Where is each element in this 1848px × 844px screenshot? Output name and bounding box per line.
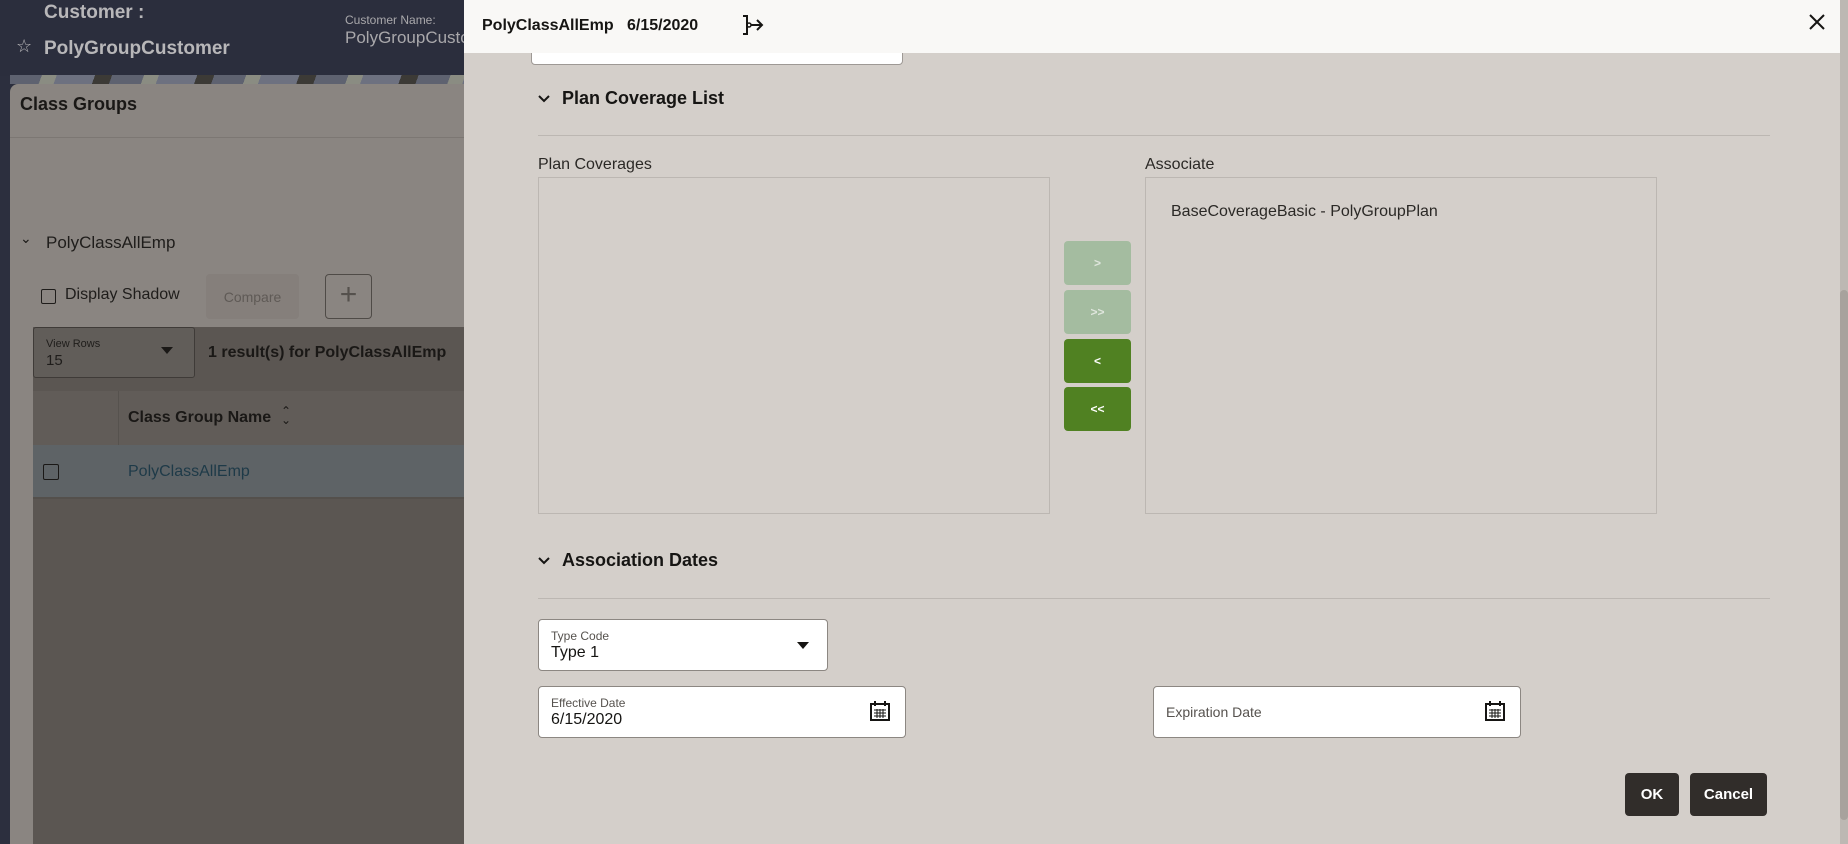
expiration-date-field[interactable]: Expiration Date (1153, 686, 1521, 738)
cancel-button[interactable]: Cancel (1690, 773, 1767, 816)
chevron-down-icon (538, 556, 550, 564)
compare-button[interactable]: Compare (206, 274, 299, 319)
calendar-icon[interactable] (869, 700, 891, 722)
group-name[interactable]: PolyClassAllEmp (46, 233, 175, 253)
caret-down-icon (161, 347, 173, 354)
close-icon[interactable] (1806, 11, 1828, 33)
add-button[interactable]: + (325, 274, 372, 319)
exit-icon[interactable] (740, 13, 766, 37)
plan-coverages-list[interactable] (538, 177, 1050, 514)
dialog-header: PolyClassAllEmp 6/15/2020 (464, 0, 1840, 53)
column-header-class-group-name[interactable]: Class Group Name (128, 409, 271, 427)
star-icon[interactable]: ☆ (16, 36, 32, 57)
customer-name: PolyGroupCustomer (44, 38, 230, 59)
view-rows-select[interactable]: View Rows 15 (33, 327, 195, 378)
background-app: Customer : ☆ PolyGroupCustomer Customer … (0, 0, 464, 844)
type-code-label: Type Code (551, 629, 610, 643)
display-shadow-label: Display Shadow (65, 286, 180, 303)
dialog-date: 6/15/2020 (627, 17, 699, 34)
association-dates-section-header[interactable]: Association Dates (538, 550, 718, 571)
dialog-scrollbar[interactable] (1840, 0, 1848, 844)
plan-coverage-dialog: PolyClassAllEmp 6/15/2020 Plan Coverage … (464, 0, 1840, 844)
list-item[interactable]: BaseCoverageBasic - PolyGroupPlan (1171, 203, 1438, 221)
plan-coverage-section-header[interactable]: Plan Coverage List (538, 88, 724, 109)
type-code-value: Type 1 (551, 644, 600, 661)
view-rows-value: 15 (46, 352, 63, 369)
divider (538, 598, 1770, 599)
move-all-left-button[interactable]: << (1064, 387, 1131, 431)
row-class-group-name[interactable]: PolyClassAllEmp (128, 463, 250, 481)
move-all-right-button[interactable]: >> (1064, 290, 1131, 334)
result-count: 1 result(s) for PolyClassAllEmp (208, 344, 447, 361)
class-group-table: View Rows 15 1 result(s) for PolyClassAl… (33, 327, 464, 844)
panel-title: Class Groups (20, 94, 138, 114)
customer-label: Customer : (44, 2, 145, 23)
move-left-button[interactable]: < (1064, 339, 1131, 383)
dialog-title: PolyClassAllEmp (482, 17, 614, 34)
customer-name-field-label: Customer Name: (345, 13, 436, 27)
caret-down-icon (797, 642, 809, 649)
display-shadow-checkbox[interactable] (41, 289, 56, 304)
scrollbar-thumb[interactable] (1840, 290, 1848, 820)
section-heading: Plan Coverage List (562, 88, 725, 108)
type-code-select[interactable]: Type Code Type 1 (538, 619, 828, 671)
header-banner-image (10, 75, 464, 84)
section-heading: Association Dates (562, 550, 719, 570)
class-groups-panel: Class Groups ⌄ PolyClassAllEmp Display S… (10, 84, 464, 844)
sort-icon[interactable]: ⌃ ⌄ (281, 405, 291, 426)
customer-header: Customer : ☆ PolyGroupCustomer Customer … (0, 0, 464, 76)
effective-date-value: 6/15/2020 (551, 711, 623, 728)
plan-coverages-label: Plan Coverages (538, 156, 652, 173)
customer-name-field-value: PolyGroupCusto (345, 28, 464, 47)
ok-button[interactable]: OK (1625, 773, 1679, 816)
divider (538, 135, 1770, 136)
divider (10, 137, 464, 138)
associate-label: Associate (1145, 156, 1215, 173)
view-rows-label: View Rows (46, 338, 101, 350)
calendar-icon[interactable] (1484, 700, 1506, 722)
table-row[interactable]: PolyClassAllEmp (33, 445, 464, 499)
effective-date-label: Effective Date (551, 696, 626, 710)
associate-list[interactable]: BaseCoverageBasic - PolyGroupPlan (1145, 177, 1657, 514)
chevron-down-icon[interactable]: ⌄ (20, 230, 32, 247)
move-right-button[interactable]: > (1064, 241, 1131, 285)
row-checkbox[interactable] (43, 464, 59, 480)
table-header: Class Group Name ⌃ ⌄ (33, 391, 464, 499)
chevron-down-icon (538, 94, 550, 102)
expiration-date-placeholder: Expiration Date (1166, 704, 1262, 720)
effective-date-field[interactable]: Effective Date 6/15/2020 (538, 686, 906, 738)
